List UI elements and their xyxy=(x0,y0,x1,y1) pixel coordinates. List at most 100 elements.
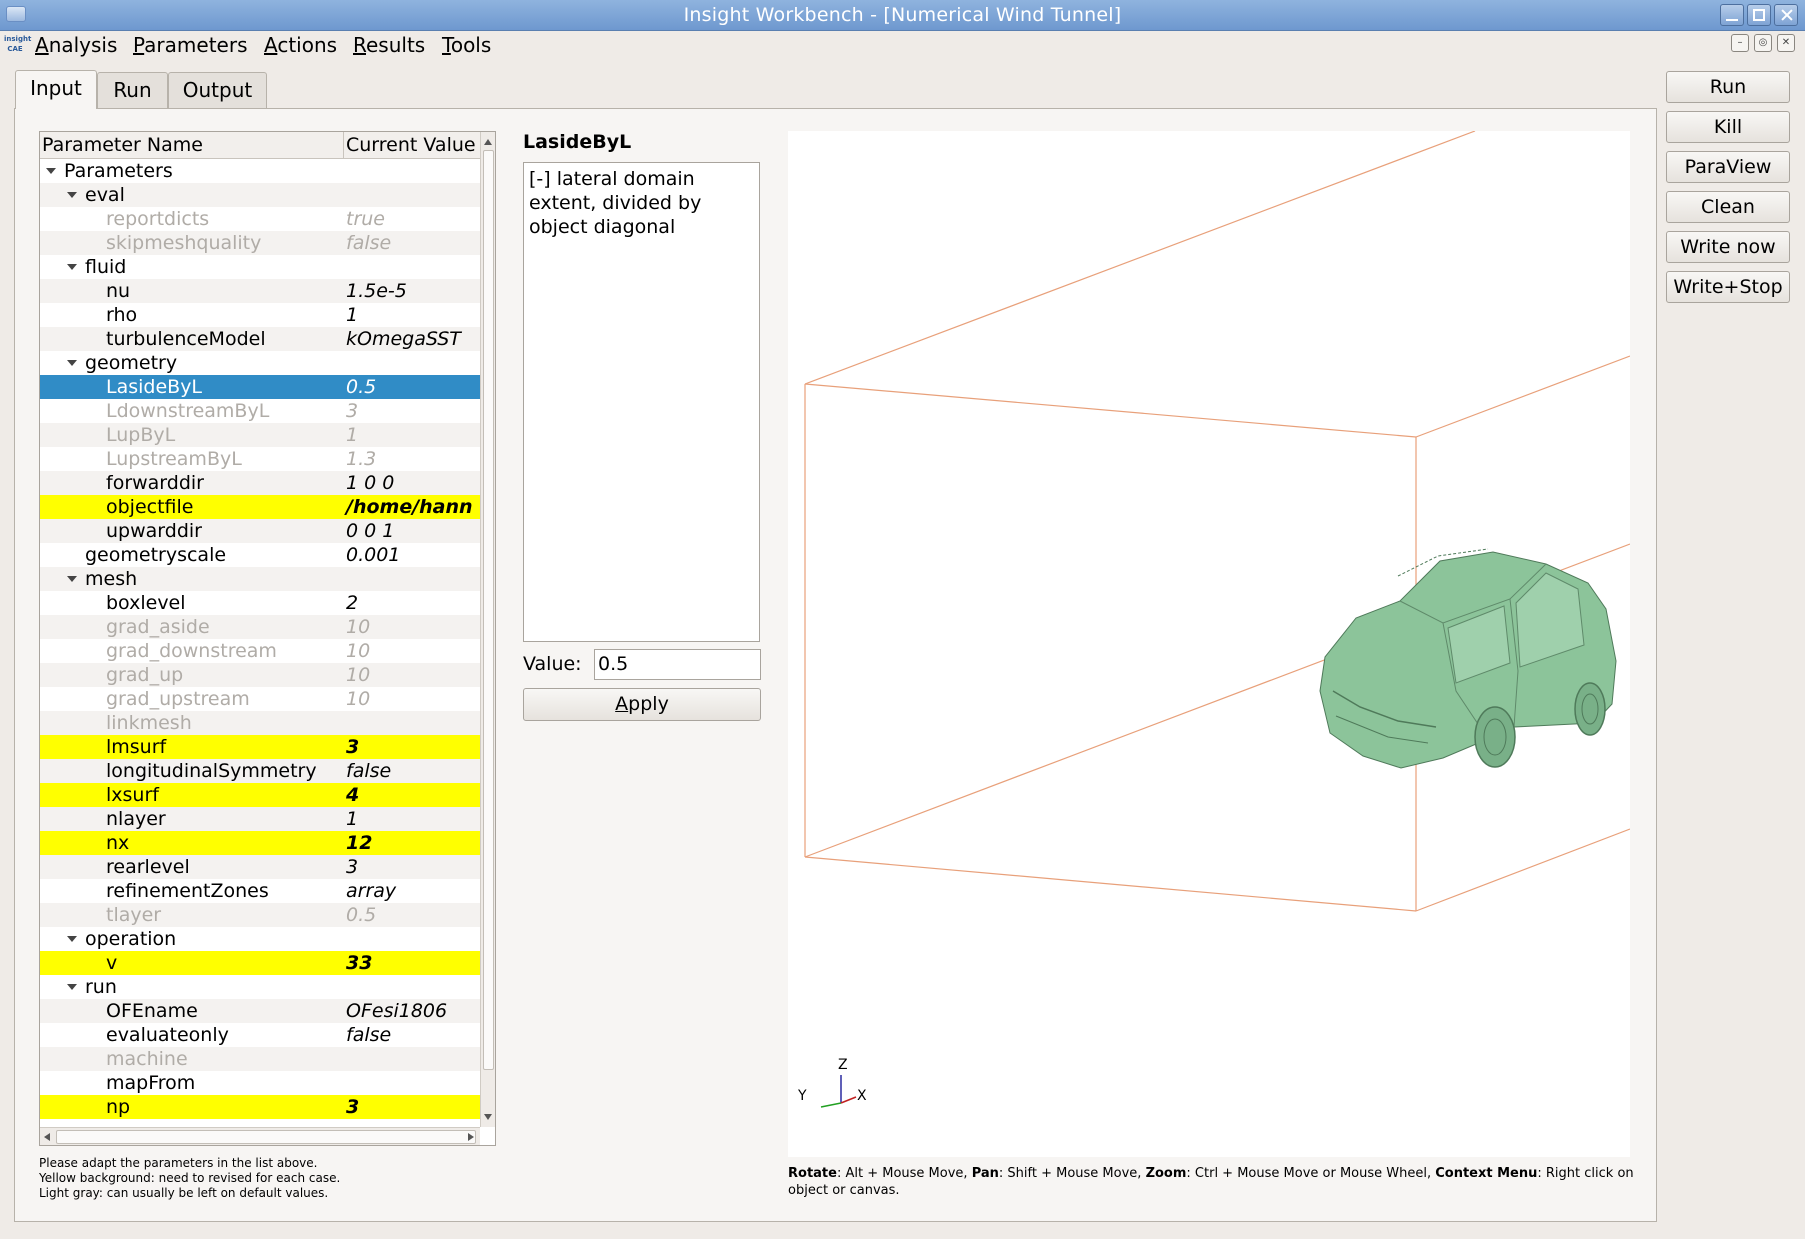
maximize-icon[interactable] xyxy=(1747,4,1771,26)
minimize-icon[interactable] xyxy=(1720,4,1744,26)
parameter-name: tlayer xyxy=(106,904,162,926)
scroll-thumb-horizontal[interactable] xyxy=(56,1130,476,1144)
menu-tools[interactable]: Tools xyxy=(442,33,491,57)
value-input[interactable]: 0.5 xyxy=(594,649,761,680)
tree-row[interactable]: run xyxy=(40,975,480,999)
parameter-tree[interactable]: Parameter Name Current Value Parameters e… xyxy=(39,131,496,1146)
tree-row[interactable]: objectfile/home/hann xyxy=(40,495,480,519)
tree-row[interactable]: longitudinalSymmetry false xyxy=(40,759,480,783)
parameter-name: mapFrom xyxy=(106,1072,196,1094)
parameter-name: fluid xyxy=(85,256,127,278)
tree-row[interactable]: geometry xyxy=(40,351,480,375)
menu-parameters[interactable]: Parameters xyxy=(133,33,247,57)
tab-output[interactable]: Output xyxy=(168,72,267,108)
menu-actions[interactable]: Actions xyxy=(264,33,337,57)
tree-row[interactable]: upwarddir 0 0 1 xyxy=(40,519,480,543)
viewer-scene: Z Y X xyxy=(797,131,1630,1108)
box-edge xyxy=(804,383,1417,438)
tree-row[interactable]: v 33 xyxy=(40,951,480,975)
scroll-right-icon[interactable] xyxy=(468,1133,474,1141)
tree-row[interactable]: nx 12 xyxy=(40,831,480,855)
parameter-value: 10 xyxy=(346,616,371,638)
menu-analysis[interactable]: Analysis xyxy=(35,33,117,57)
tree-row[interactable]: LasideByL 0.5 xyxy=(40,375,480,399)
mdi-minimize-icon[interactable]: – xyxy=(1731,34,1749,52)
tree-row[interactable]: grad_downstream 10 xyxy=(40,639,480,663)
tree-row[interactable]: eval xyxy=(40,183,480,207)
menu-results[interactable]: Results xyxy=(353,33,425,57)
kill-button[interactable]: Kill xyxy=(1666,111,1790,143)
parameter-name: refinementZones xyxy=(106,880,269,902)
scroll-down-icon[interactable] xyxy=(484,1114,492,1120)
tree-row[interactable]: nu 1.5e-5 xyxy=(40,279,480,303)
3d-viewer-canvas[interactable]: Z Y X xyxy=(788,131,1630,1157)
tree-row[interactable]: OFEname OFesi1806 xyxy=(40,999,480,1023)
car-model xyxy=(1319,548,1617,769)
tree-row[interactable]: tlayer 0.5 xyxy=(40,903,480,927)
mdi-restore-icon[interactable]: ◎ xyxy=(1754,34,1772,52)
tree-row[interactable]: np 3 xyxy=(40,1095,480,1119)
column-header-value[interactable]: Current Value xyxy=(344,132,480,159)
tree-row[interactable]: reportdicts true xyxy=(40,207,480,231)
column-header-name[interactable]: Parameter Name xyxy=(40,132,344,159)
clean-button[interactable]: Clean xyxy=(1666,191,1790,223)
write-stop-button[interactable]: Write+Stop xyxy=(1666,271,1790,303)
expand-arrow-icon[interactable] xyxy=(67,264,77,270)
tree-row[interactable]: mapFrom xyxy=(40,1071,480,1095)
tree-row[interactable]: rearlevel 3 xyxy=(40,855,480,879)
run-button[interactable]: Run xyxy=(1666,71,1790,103)
tree-row[interactable]: grad_up 10 xyxy=(40,663,480,687)
parameter-value: /home/hann xyxy=(346,496,473,518)
parameter-name: turbulenceModel xyxy=(106,328,266,350)
parameter-name: grad_up xyxy=(106,664,184,686)
parameter-value: 3 xyxy=(346,856,359,878)
scroll-thumb[interactable] xyxy=(483,150,494,1070)
tree-row[interactable]: skipmeshquality false xyxy=(40,231,480,255)
expand-arrow-icon[interactable] xyxy=(67,984,77,990)
tree-row[interactable]: fluid xyxy=(40,255,480,279)
tree-row[interactable]: operation xyxy=(40,927,480,951)
parameter-value: 0 0 1 xyxy=(346,520,395,542)
scroll-left-icon[interactable] xyxy=(44,1133,50,1141)
tree-row[interactable]: LdownstreamByL 3 xyxy=(40,399,480,423)
tree-row[interactable]: grad_aside 10 xyxy=(40,615,480,639)
expand-arrow-icon[interactable] xyxy=(46,168,56,174)
expand-arrow-icon[interactable] xyxy=(67,192,77,198)
tree-row[interactable]: LupByL 1 xyxy=(40,423,480,447)
tree-row[interactable]: forwarddir 1 0 0 xyxy=(40,471,480,495)
tree-row[interactable]: Parameters xyxy=(40,159,480,183)
tree-row[interactable]: machine xyxy=(40,1047,480,1071)
tree-vertical-scrollbar[interactable] xyxy=(480,132,495,1127)
tree-row[interactable]: turbulenceModel kOmegaSST xyxy=(40,327,480,351)
tree-row[interactable]: geometryscale 0.001 xyxy=(40,543,480,567)
tree-row[interactable]: linkmesh xyxy=(40,711,480,735)
tree-row[interactable]: LupstreamByL 1.3 xyxy=(40,447,480,471)
paraview-button[interactable]: ParaView xyxy=(1666,151,1790,183)
tree-row[interactable]: boxlevel 2 xyxy=(40,591,480,615)
tree-row[interactable]: mesh xyxy=(40,567,480,591)
tab-input[interactable]: Input xyxy=(15,70,97,109)
tree-row[interactable]: nlayer 1 xyxy=(40,807,480,831)
tree-horizontal-scrollbar[interactable] xyxy=(40,1127,480,1145)
parameter-name: LasideByL xyxy=(106,376,203,398)
close-icon[interactable] xyxy=(1774,4,1798,26)
parameter-name: nx xyxy=(106,832,130,854)
apply-button[interactable]: Apply xyxy=(523,688,761,721)
write-now-button[interactable]: Write now xyxy=(1666,231,1790,263)
mdi-close-icon[interactable]: ✕ xyxy=(1777,34,1795,52)
parameter-value: 1 xyxy=(346,304,359,326)
tree-row[interactable]: rho 1 xyxy=(40,303,480,327)
tree-row[interactable]: lmsurf 3 xyxy=(40,735,480,759)
tree-row[interactable]: lxsurf 4 xyxy=(40,783,480,807)
scroll-up-icon[interactable] xyxy=(484,139,492,145)
parameter-value: false xyxy=(346,232,392,254)
tree-row[interactable]: evaluateonly false xyxy=(40,1023,480,1047)
expand-arrow-icon[interactable] xyxy=(67,936,77,942)
expand-arrow-icon[interactable] xyxy=(67,360,77,366)
tree-rows: Parameters eval reportdicts true skipmeshqua… xyxy=(40,159,480,1127)
expand-arrow-icon[interactable] xyxy=(67,576,77,582)
hint-text-2: Yellow background: need to revised for e… xyxy=(39,1171,341,1185)
tab-run[interactable]: Run xyxy=(97,72,168,108)
tree-row[interactable]: refinementZones array xyxy=(40,879,480,903)
tree-row[interactable]: grad_upstream 10 xyxy=(40,687,480,711)
